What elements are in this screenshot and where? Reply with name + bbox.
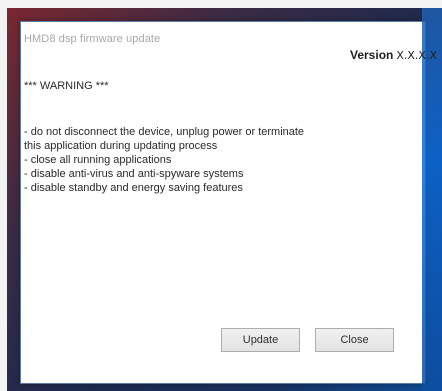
note-line: - do not disconnect the device, unplug p…: [24, 126, 305, 138]
dialog-title: HMD8 dsp firmware update: [24, 33, 161, 45]
warning-heading: *** WARNING ***: [24, 80, 109, 92]
close-button[interactable]: Close: [315, 328, 394, 352]
version-value: X.X.X.X: [396, 49, 437, 62]
note-line: this application during updating process: [24, 140, 218, 152]
button-bar: Update Close: [0, 328, 442, 354]
version-label: Version: [350, 48, 394, 62]
version-info: Version X.X.X.X: [350, 48, 437, 62]
note-line: - disable anti-virus and anti-spyware sy…: [24, 168, 244, 180]
warning-notes: - do not disconnect the device, unplug p…: [24, 125, 396, 195]
update-button[interactable]: Update: [221, 328, 300, 352]
note-line: - close all running applications: [24, 154, 172, 166]
note-line: - disable standby and energy saving feat…: [24, 182, 243, 194]
